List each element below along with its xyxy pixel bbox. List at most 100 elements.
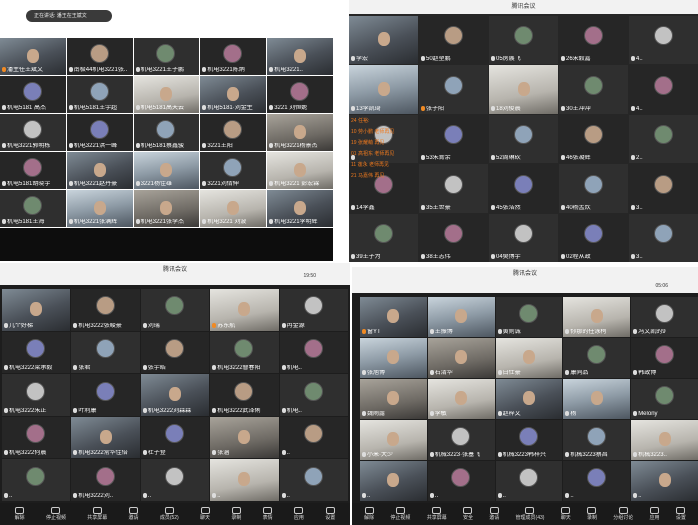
participant-tile[interactable]: .. [279, 416, 348, 459]
participant-tile[interactable]: .. [427, 461, 495, 501]
participant-tile[interactable]: 机械3223.. [631, 420, 698, 460]
participant-tile[interactable]: 机电3222梁承毅 [2, 331, 71, 374]
participant-tile[interactable]: 机电3221郭明栋 [0, 114, 66, 151]
participant-tile[interactable]: .. [563, 461, 631, 501]
participant-tile[interactable]: 机电3221洪一峰 [66, 114, 133, 151]
participant-tile[interactable]: 26宋毅嘉 [559, 16, 628, 65]
participant-tile[interactable]: 52周琳砍 [489, 114, 558, 164]
participant-tile[interactable]: 你那的任泳柯 [563, 297, 631, 337]
participant-tile[interactable]: 机电5181蔡鑫骏 [133, 114, 200, 151]
participant-tile[interactable]: 46张凝辉 [559, 114, 628, 164]
toolbar-button[interactable]: 停止视频 [46, 507, 66, 521]
toolbar-button[interactable]: 聊天 [561, 507, 571, 521]
participant-tile[interactable]: 38王志伟 [419, 213, 488, 262]
participant-tile[interactable]: 35王世豪 [419, 164, 488, 213]
participant-tile[interactable]: 40杨孟炊 [559, 164, 628, 213]
participant-tile[interactable]: 杨 [563, 379, 631, 419]
participant-tile[interactable]: 机电3221赵丹豪 [66, 152, 133, 189]
participant-tile[interactable]: 机电3222曹春阳 [210, 331, 279, 374]
participant-tile[interactable]: 刘瑞 [140, 289, 210, 331]
participant-tile[interactable]: 机电5181 高杰 [0, 76, 66, 113]
toolbar-button[interactable]: 邀请 [129, 507, 139, 521]
participant-tile[interactable]: 机电3221陈炳 [200, 38, 267, 75]
participant-tile[interactable]: 机电3222刘.. [71, 459, 140, 501]
participant-tile[interactable]: 冯文凯的9 [631, 297, 698, 337]
participant-tile[interactable]: 机械3223蔡昌 [563, 420, 631, 460]
toolbar-button[interactable]: 共享屏幕 [87, 507, 107, 521]
participant-tile[interactable]: 13李凯琦 [349, 65, 418, 114]
participant-tile[interactable]: 机电3222武泽俐 [210, 374, 279, 416]
participant-tile[interactable]: 4.. [629, 16, 698, 65]
participant-tile[interactable]: 3221杨佳雄 [133, 152, 200, 189]
participant-tile[interactable]: .. [279, 459, 348, 501]
participant-tile[interactable]: 机械3223·张塞飞 [427, 420, 495, 460]
toolbar-button[interactable]: 录制 [231, 507, 241, 521]
participant-tile[interactable]: 机电5181王宇超 [66, 76, 133, 113]
participant-tile[interactable]: 李敏 [427, 379, 495, 419]
participant-tile[interactable]: 机电3221 彭宏霖 [267, 152, 333, 189]
participant-tile[interactable]: 苏东航 [210, 289, 279, 331]
participant-tile[interactable]: 康同品 [563, 338, 631, 378]
participant-tile[interactable]: 黄则诚 [495, 297, 563, 337]
participant-tile[interactable]: 机电.. [279, 331, 348, 374]
participant-tile[interactable]: 机电3221张李杰 [133, 190, 200, 227]
participant-tile[interactable]: 02程从政 [559, 213, 628, 262]
participant-tile[interactable]: 潘主任王斌文 [0, 38, 66, 75]
toolbar-button[interactable]: 聊天 [200, 507, 210, 521]
participant-tile[interactable]: .. [495, 461, 563, 501]
participant-tile[interactable]: .. [360, 461, 427, 501]
participant-tile[interactable]: 叶利康 [71, 374, 140, 416]
participant-tile[interactable]: .. [631, 461, 698, 501]
toolbar-button[interactable]: 管理成员(43) [516, 507, 544, 521]
participant-tile[interactable]: 3.. [629, 164, 698, 213]
participant-tile[interactable]: 04樊博宇 [489, 213, 558, 262]
participant-tile[interactable]: 机电3222朱正 [2, 374, 71, 416]
toolbar-button[interactable]: 录制 [587, 507, 597, 521]
toolbar-button[interactable]: 表情 [263, 507, 273, 521]
participant-tile[interactable]: 机电3221 刘波 [200, 190, 267, 227]
participant-tile[interactable]: 3221刘倩伸 [200, 152, 267, 189]
participant-tile[interactable]: 赵梓文 [495, 379, 563, 419]
participant-tile[interactable]: 机电5181王海 [0, 190, 66, 227]
participant-tile[interactable]: .. [210, 459, 279, 501]
participant-tile[interactable]: 窗YT [360, 297, 427, 337]
participant-tile[interactable]: 30王冲冲 [559, 65, 628, 114]
participant-tile[interactable]: 张宇皓 [140, 331, 210, 374]
participant-tile[interactable]: 几个好梯 [2, 289, 71, 331]
toolbar-button[interactable]: 设置 [325, 507, 335, 521]
participant-tile[interactable]: 机械3223韩梓兴 [495, 420, 563, 460]
participant-tile[interactable]: 3221王阳 [200, 114, 267, 151]
participant-tile[interactable]: 白仕豪 [495, 338, 563, 378]
participant-tile[interactable]: 45张浩然 [489, 164, 558, 213]
participant-tile[interactable]: 机电5181胡晓宇 [0, 152, 66, 189]
toolbar-button[interactable]: 应用 [650, 507, 660, 521]
participant-tile[interactable]: 机电5181高天云 [133, 76, 200, 113]
toolbar-button[interactable]: 应用 [294, 507, 304, 521]
participant-tile[interactable]: 机电3221.. [267, 38, 333, 75]
toolbar-button[interactable]: 设置 [676, 507, 686, 521]
participant-tile[interactable]: 机电3222张峻豪 [71, 289, 140, 331]
participant-tile[interactable]: 张子阳 [419, 65, 488, 114]
toolbar-button[interactable]: 成员(52) [160, 507, 179, 521]
participant-tile[interactable]: .. [2, 459, 71, 501]
participant-tile[interactable]: 机电3221张满辉 [66, 190, 133, 227]
participant-tile[interactable]: 50赵堃鹏 [419, 16, 488, 65]
participant-tile[interactable]: 小米·大少 [360, 420, 427, 460]
participant-tile[interactable]: Melony [631, 379, 698, 419]
toolbar-button[interactable]: 解除 [364, 507, 374, 521]
participant-tile[interactable]: 机电3221杨景杰 [267, 114, 333, 151]
participant-tile[interactable]: 机电3222常华佳倍 [71, 416, 140, 459]
toolbar-button[interactable]: 共享屏幕 [427, 507, 447, 521]
participant-tile[interactable]: 石清华 [427, 338, 495, 378]
participant-tile[interactable]: 39王子为 [349, 213, 418, 262]
participant-tile[interactable]: 机电5181·刘金生 [200, 76, 267, 113]
participant-tile[interactable]: 张涵 [210, 416, 279, 459]
participant-tile[interactable]: 4.. [629, 65, 698, 114]
participant-tile[interactable]: 3221 刘恒妮 [267, 76, 333, 113]
participant-tile[interactable]: .. [140, 459, 210, 501]
participant-tile[interactable]: 南极44机电3221张.. [66, 38, 133, 75]
participant-tile[interactable]: 杜子登 [140, 416, 210, 459]
participant-tile[interactable]: 李宏 [349, 16, 418, 65]
participant-tile[interactable]: 张君 [71, 331, 140, 374]
participant-tile[interactable]: 2.. [629, 114, 698, 164]
